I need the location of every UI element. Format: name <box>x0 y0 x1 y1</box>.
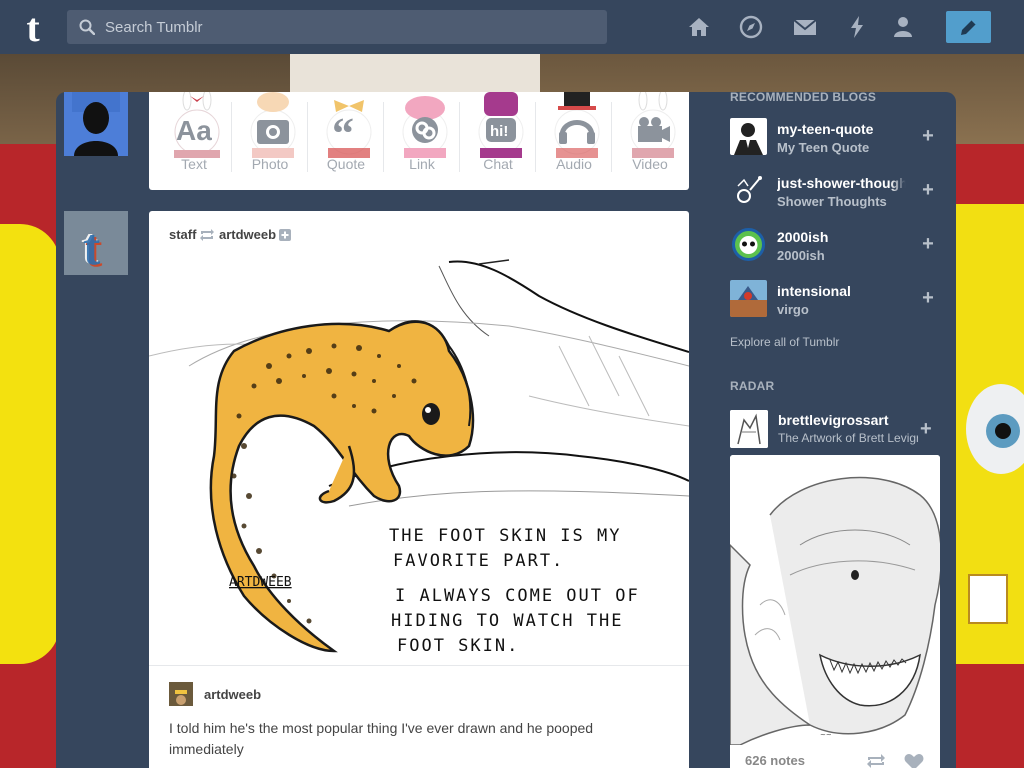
image-signature: ARTDWEEB <box>229 575 292 590</box>
compose-button[interactable] <box>946 11 991 43</box>
post-type-label: Photo <box>251 156 289 172</box>
follow-button[interactable]: + <box>920 126 936 146</box>
post-type-quote[interactable]: “ Quote <box>308 92 384 182</box>
follow-button[interactable]: + <box>920 418 932 441</box>
avatar-column <box>64 211 128 768</box>
blog-title: The Artwork of Brett Levigros <box>778 431 918 445</box>
blog-name: brettlevigrossart <box>778 412 889 428</box>
recommended-blog[interactable]: intensional virgo + <box>730 274 940 324</box>
recommended-blog[interactable]: my-teen-quote My Teen Quote + <box>730 112 940 162</box>
radar-image: ~~ <box>730 455 940 746</box>
reblog-icon[interactable] <box>865 753 887 768</box>
post-type-audio[interactable]: Audio <box>536 92 612 182</box>
blog-avatar <box>730 280 767 317</box>
home-icon[interactable] <box>686 14 712 40</box>
post-type-label: Video <box>632 156 668 172</box>
post-type-photo[interactable]: Photo <box>232 92 308 182</box>
post-image[interactable]: THE FOOT SKIN IS MY FAVORITE PART. I ALW… <box>149 256 689 664</box>
blog-avatar <box>730 410 768 448</box>
quote-icon: “ <box>326 100 372 158</box>
chat-icon: hi! <box>478 92 524 158</box>
radar-heading: RADAR <box>730 379 775 393</box>
post-card: staff artdweeb THE FOOT SKIN IS MY FAVOR… <box>149 211 689 768</box>
headphones-icon <box>554 92 600 158</box>
camera-icon <box>250 92 296 158</box>
search-input[interactable] <box>105 10 600 44</box>
caption-user-name[interactable]: artdweeb <box>204 687 261 702</box>
radar-blog[interactable]: brettlevigrossart The Artwork of Brett L… <box>730 410 940 448</box>
follow-button[interactable]: + <box>920 180 936 200</box>
account-icon[interactable] <box>890 14 916 40</box>
heart-icon[interactable] <box>904 753 924 768</box>
blog-avatar <box>730 172 767 209</box>
top-navbar: t <box>0 0 1024 54</box>
recommended-heading: RECOMMENDED BLOGS <box>730 90 877 104</box>
inbox-icon[interactable] <box>792 14 818 40</box>
video-camera-icon <box>630 92 676 158</box>
notes-count[interactable]: 626 notes <box>745 753 805 768</box>
svg-text:t: t <box>83 219 101 275</box>
follow-plus-icon[interactable] <box>279 229 291 241</box>
explore-all-link[interactable]: Explore all of Tumblr <box>730 335 839 349</box>
follow-button[interactable]: + <box>920 234 936 254</box>
radar-post[interactable]: ~~ 626 notes <box>730 455 940 768</box>
post-type-bar: Aa Text Photo “ Quote Link hi! Chat Audi… <box>149 92 689 190</box>
pencil-icon <box>961 19 977 35</box>
link-icon <box>402 96 448 158</box>
post-type-video[interactable]: Video <box>612 92 688 182</box>
silhouette-icon <box>64 92 128 156</box>
post-type-link[interactable]: Link <box>384 92 460 182</box>
post-caption: I told him he's the most popular thing I… <box>169 720 594 757</box>
post-divider <box>149 665 689 666</box>
post-type-label: Link <box>409 156 435 172</box>
svg-text:Aa: Aa <box>176 115 212 146</box>
post-type-label: Text <box>181 156 207 172</box>
image-text-line: THE FOOT SKIN IS MY <box>389 526 621 546</box>
image-text-line: HIDING TO WATCH THE <box>391 611 623 631</box>
follow-button[interactable]: + <box>920 288 936 308</box>
text-icon: Aa <box>174 92 220 158</box>
recommended-blog[interactable]: just-shower-thoughts Shower Thoughts + <box>730 166 940 216</box>
activity-icon[interactable] <box>844 14 870 40</box>
post-type-chat[interactable]: hi! Chat <box>460 92 536 182</box>
post-type-text[interactable]: Aa Text <box>156 92 232 182</box>
blog-avatar <box>730 226 767 263</box>
image-text-line: FOOT SKIN. <box>397 636 519 656</box>
svg-text:hi!: hi! <box>490 123 508 140</box>
svg-text:~~: ~~ <box>820 731 832 739</box>
caption-avatar[interactable] <box>169 682 193 706</box>
image-text-line: I ALWAYS COME OUT OF <box>395 586 640 606</box>
image-text-line: FAVORITE PART. <box>393 551 564 571</box>
reblogger-name[interactable]: staff <box>169 227 196 242</box>
source-blog-name[interactable]: artdweeb <box>219 227 276 242</box>
reblog-icon <box>200 229 214 241</box>
post-type-label: Chat <box>483 156 513 172</box>
staff-avatar[interactable]: t t t <box>64 211 128 278</box>
recommended-blog[interactable]: 2000ish 2000ish + <box>730 220 940 270</box>
search-bar <box>67 10 607 44</box>
post-type-label: Quote <box>326 156 366 172</box>
my-avatar[interactable] <box>64 92 128 156</box>
post-type-label: Audio <box>556 156 592 172</box>
search-icon <box>79 19 95 35</box>
tumblr-logo[interactable]: t <box>17 8 49 48</box>
blog-avatar <box>730 118 767 155</box>
explore-icon[interactable] <box>738 14 764 40</box>
